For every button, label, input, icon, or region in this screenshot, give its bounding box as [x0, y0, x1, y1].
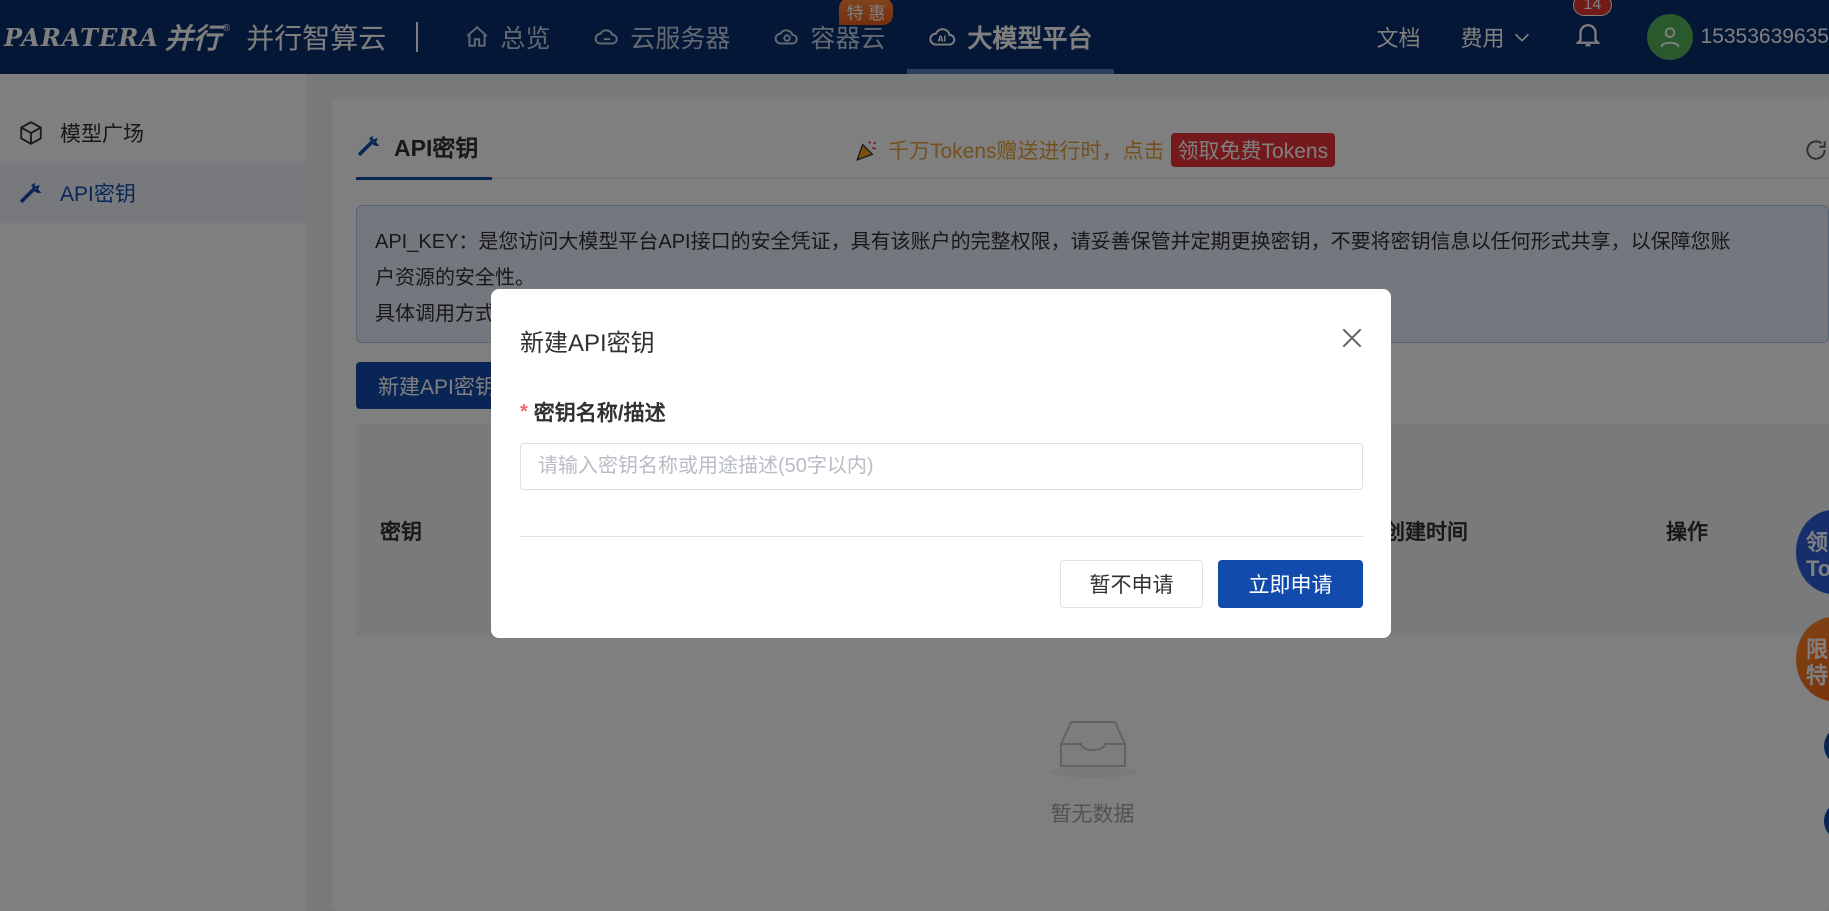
- field-label-text: 密钥名称/描述: [533, 402, 666, 425]
- dialog-title: 新建API密钥: [520, 330, 655, 357]
- cancel-button[interactable]: 暂不申请: [1060, 560, 1203, 608]
- new-api-key-dialog: 新建API密钥 * 密钥名称/描述 暂不申请 立即申请: [491, 289, 1391, 638]
- key-name-input[interactable]: [520, 443, 1363, 490]
- apply-button[interactable]: 立即申请: [1218, 560, 1363, 608]
- key-name-label: * 密钥名称/描述: [520, 397, 666, 427]
- required-mark: *: [520, 400, 528, 423]
- close-icon[interactable]: [1339, 325, 1365, 351]
- dialog-divider: [520, 536, 1363, 537]
